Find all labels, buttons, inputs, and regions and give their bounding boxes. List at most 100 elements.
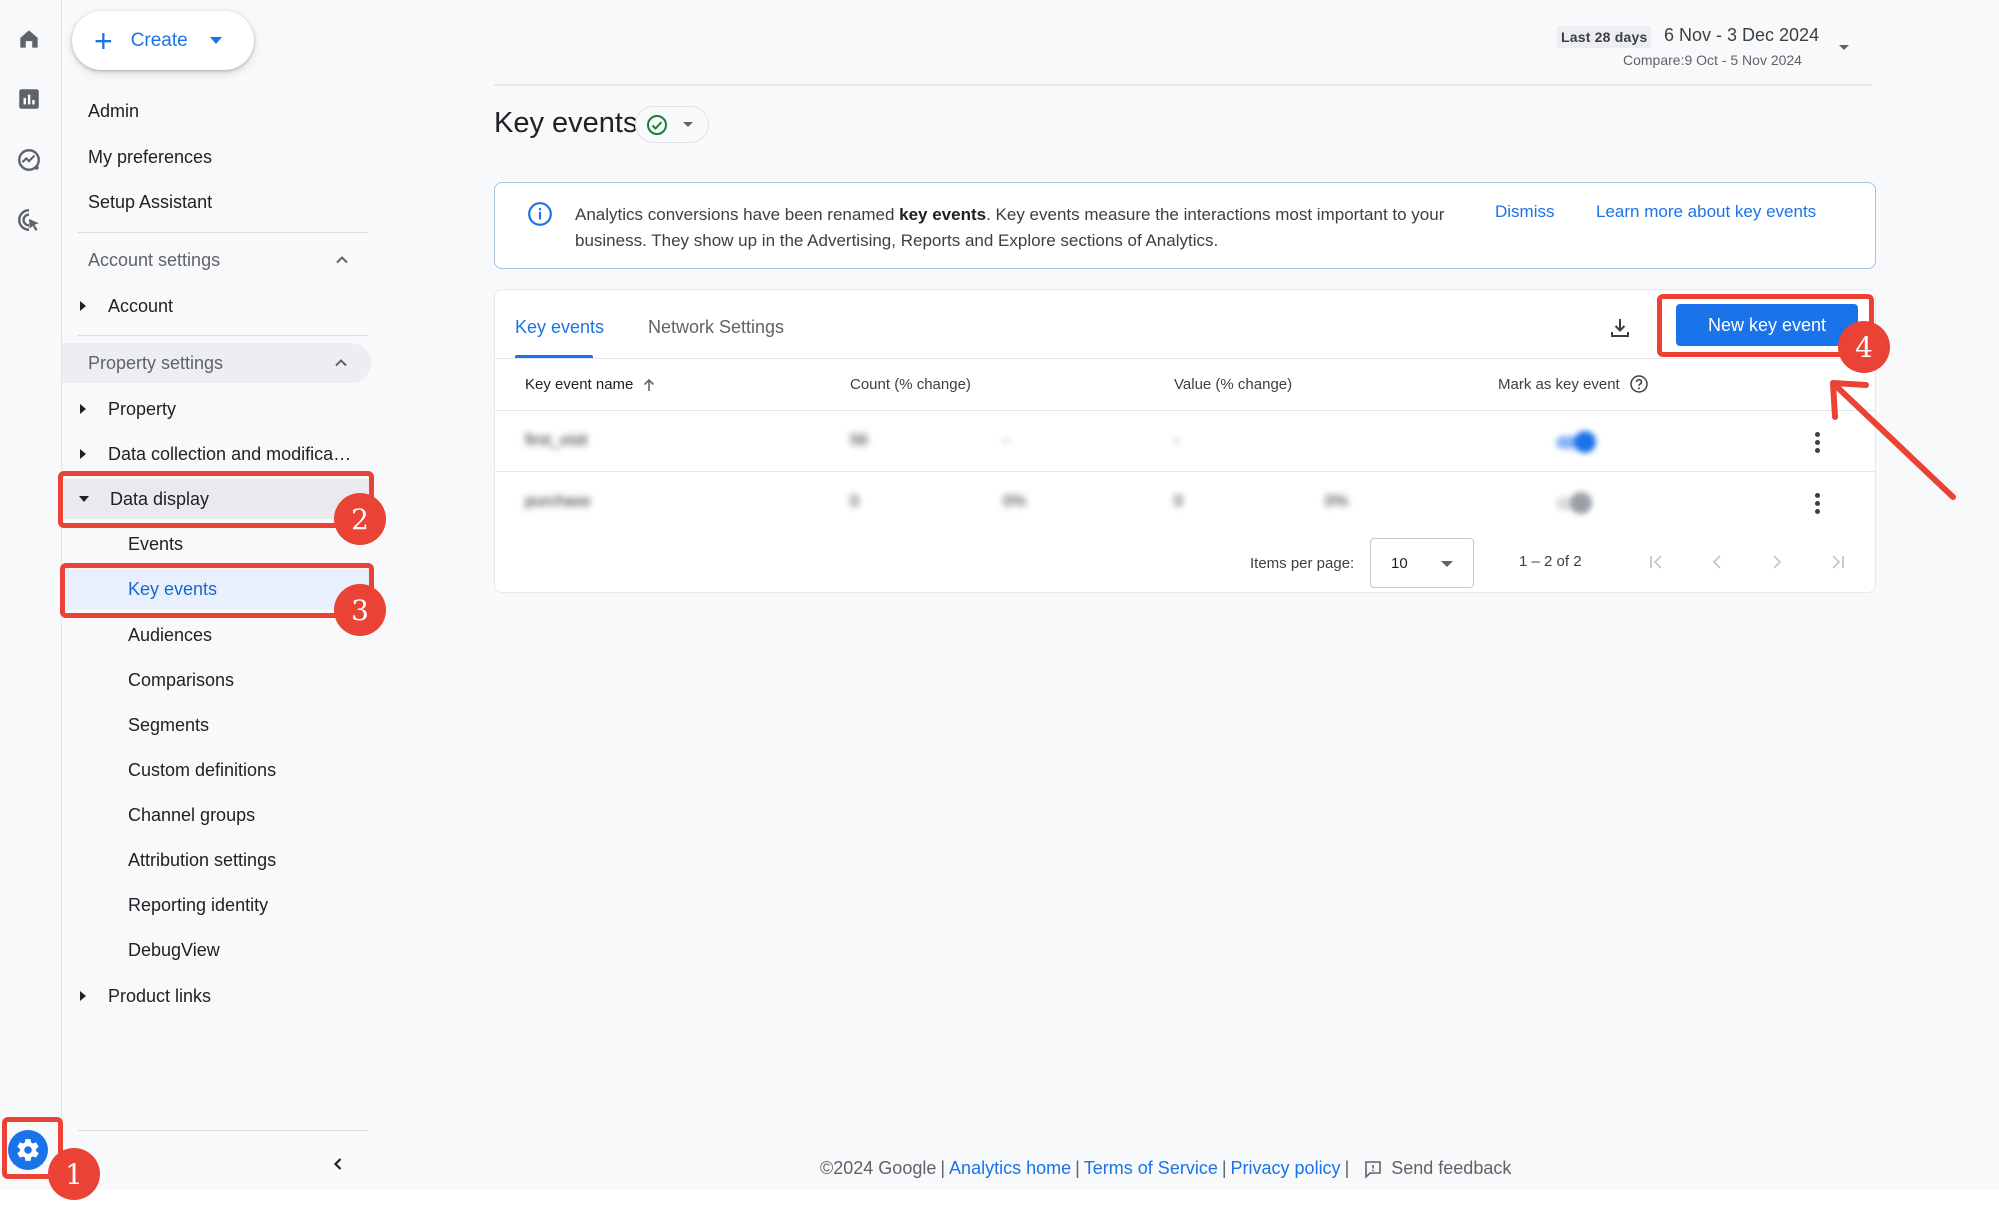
sidebar-item-channel-groups[interactable]: Channel groups xyxy=(62,795,372,835)
dropdown-caret-icon xyxy=(209,37,222,44)
sidebar-item-admin[interactable]: Admin xyxy=(62,91,372,131)
value-change: 0% xyxy=(1325,493,1349,510)
tab-key-events[interactable]: Key events xyxy=(515,317,604,338)
dismiss-link[interactable]: Dismiss xyxy=(1495,202,1555,222)
more-options-icon[interactable] xyxy=(1805,430,1829,454)
pagination-range: 1 – 2 of 2 xyxy=(1519,553,1582,570)
chevron-up-icon xyxy=(335,359,347,367)
annotation-step-4: 4 xyxy=(1838,321,1890,373)
key-event-toggle[interactable] xyxy=(1552,492,1596,514)
column-header-name[interactable]: Key event name xyxy=(525,376,657,393)
section-label: Property settings xyxy=(88,352,224,373)
divider xyxy=(495,358,1875,359)
sidebar-item-events[interactable]: Events xyxy=(62,524,372,564)
learn-more-link[interactable]: Learn more about key events xyxy=(1596,202,1816,222)
banner-text: Analytics conversions have been renamed xyxy=(575,205,900,224)
account-settings-header[interactable]: Account settings xyxy=(62,240,372,280)
tab-network-settings[interactable]: Network Settings xyxy=(648,317,784,338)
send-feedback-label: Send feedback xyxy=(1391,1158,1512,1178)
info-icon xyxy=(528,202,552,226)
next-page-button[interactable] xyxy=(1765,550,1789,574)
sidebar-item-comparisons[interactable]: Comparisons xyxy=(62,660,372,700)
reports-icon[interactable] xyxy=(15,85,43,113)
chevron-right-icon xyxy=(1773,555,1782,569)
sidebar-item-label: DebugView xyxy=(128,939,220,960)
info-banner: Analytics conversions have been renamed … xyxy=(494,182,1876,269)
items-per-page-value: 10 xyxy=(1391,554,1408,572)
expand-arrow-icon xyxy=(80,404,86,414)
column-label: Mark as key event xyxy=(1498,375,1620,393)
sidebar-item-reporting-identity[interactable]: Reporting identity xyxy=(62,885,372,925)
analytics-home-link[interactable]: Analytics home xyxy=(949,1158,1071,1179)
value-value: - xyxy=(1174,432,1180,449)
advertising-icon[interactable] xyxy=(15,206,43,234)
home-icon[interactable] xyxy=(15,25,43,53)
create-button[interactable]: + Create xyxy=(72,11,254,70)
date-range-picker[interactable]: Last 28 days 6 Nov - 3 Dec 2024 Compare:… xyxy=(1557,25,1857,75)
download-button[interactable] xyxy=(1605,313,1635,343)
key-event-toggle[interactable] xyxy=(1552,431,1596,453)
banner-bold-text: key events xyxy=(899,205,987,224)
send-feedback-button[interactable]: Send feedback xyxy=(1363,1158,1511,1179)
expand-arrow-icon xyxy=(80,449,86,459)
sidebar-item-property[interactable]: Property xyxy=(62,389,372,429)
plus-icon: + xyxy=(94,22,113,59)
annotation-highlight-3 xyxy=(60,563,374,618)
separator: | xyxy=(940,1158,946,1178)
divider xyxy=(495,410,1875,411)
divider xyxy=(495,471,1875,472)
sidebar-item-my-preferences[interactable]: My preferences xyxy=(62,137,372,177)
help-icon[interactable] xyxy=(1629,374,1649,394)
explore-icon[interactable] xyxy=(15,146,43,174)
column-label: Value (% change) xyxy=(1174,376,1293,393)
sidebar-item-label: Channel groups xyxy=(128,804,256,825)
expand-arrow-icon xyxy=(80,301,86,311)
sidebar-item-label: Segments xyxy=(128,714,210,735)
first-page-button[interactable] xyxy=(1645,550,1669,574)
status-dropdown[interactable] xyxy=(635,106,709,143)
dropdown-caret-icon xyxy=(1441,561,1453,567)
sidebar-item-product-links[interactable]: Product links xyxy=(62,976,372,1016)
annotation-step-1: 1 xyxy=(48,1148,100,1200)
count-change: - xyxy=(1003,432,1009,449)
count-value: 56 xyxy=(850,432,868,449)
privacy-policy-link[interactable]: Privacy policy xyxy=(1231,1158,1341,1179)
column-header-count: Count (% change) xyxy=(850,376,971,393)
sidebar-item-custom-definitions[interactable]: Custom definitions xyxy=(62,750,372,790)
column-header-mark-key-event: Mark as key event xyxy=(1498,374,1649,394)
more-options-icon[interactable] xyxy=(1805,491,1829,515)
sidebar-item-label: Events xyxy=(128,533,184,554)
sidebar-item-label: Setup Assistant xyxy=(88,191,213,212)
sidebar-item-account[interactable]: Account xyxy=(62,286,372,326)
copyright-text: ©2024 Google xyxy=(820,1158,937,1178)
banner-message: Analytics conversions have been renamed … xyxy=(575,202,1515,254)
sidebar-item-label: Custom definitions xyxy=(128,759,277,780)
count-change: 0% xyxy=(1003,493,1027,510)
sidebar-item-label: My preferences xyxy=(88,146,213,167)
sidebar-item-data-collection[interactable]: Data collection and modifica… xyxy=(62,434,372,474)
divider xyxy=(78,232,368,233)
date-preset-chip: Last 28 days xyxy=(1557,26,1652,48)
items-per-page-select[interactable]: 10 xyxy=(1370,538,1474,588)
sidebar-item-label: Audiences xyxy=(128,624,213,645)
sidebar-item-label: Property xyxy=(108,398,177,419)
sidebar-item-label: Comparisons xyxy=(128,669,235,690)
property-settings-header[interactable]: Property settings xyxy=(62,343,371,383)
first-page-icon xyxy=(1650,555,1662,569)
separator: | xyxy=(1075,1158,1080,1178)
download-icon xyxy=(1611,319,1629,337)
previous-page-button[interactable] xyxy=(1705,550,1729,574)
sidebar-item-audiences[interactable]: Audiences xyxy=(62,615,372,655)
collapse-sidebar-button[interactable] xyxy=(324,1150,352,1178)
last-page-button[interactable] xyxy=(1825,550,1849,574)
terms-of-service-link[interactable]: Terms of Service xyxy=(1084,1158,1218,1179)
sidebar-item-segments[interactable]: Segments xyxy=(62,705,372,745)
last-page-icon xyxy=(1832,555,1844,569)
sidebar-item-label: Attribution settings xyxy=(128,849,277,870)
date-range-text: 6 Nov - 3 Dec 2024 xyxy=(1664,25,1820,45)
sidebar-item-attribution-settings[interactable]: Attribution settings xyxy=(62,840,372,880)
column-label: Count (% change) xyxy=(850,376,971,393)
left-rail xyxy=(0,0,62,1190)
sidebar-item-debugview[interactable]: DebugView xyxy=(62,930,372,970)
sidebar-item-setup-assistant[interactable]: Setup Assistant xyxy=(62,182,372,222)
